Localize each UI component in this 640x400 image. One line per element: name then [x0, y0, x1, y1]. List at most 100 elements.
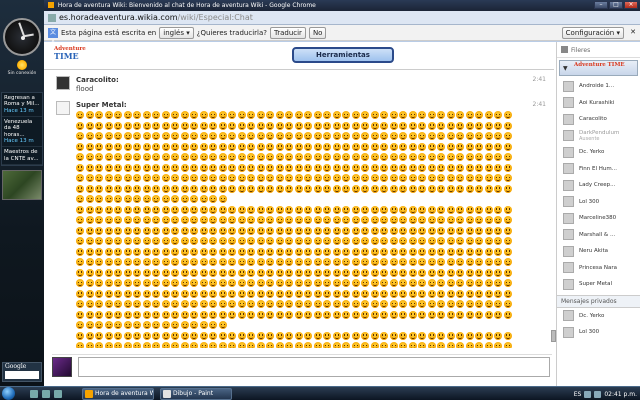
- smiley-emoticon: [190, 216, 198, 224]
- start-button[interactable]: [2, 387, 15, 400]
- translate-config-button[interactable]: Configuración ▾: [561, 27, 624, 39]
- smiley-emoticon: [161, 331, 170, 340]
- smiley-emoticon: [484, 174, 493, 182]
- tools-button[interactable]: Herramientas: [292, 47, 394, 63]
- weather-gadget[interactable]: Sin conexión: [2, 60, 42, 76]
- smiley-emoticon: [399, 205, 407, 214]
- show-desktop-icon[interactable]: [30, 390, 38, 398]
- smiley-emoticon: [171, 342, 179, 348]
- user-row[interactable]: Marshall & ...: [557, 227, 640, 244]
- private-user-list: Dc. Yerko Lol 300: [557, 308, 640, 341]
- collapse-arrow-icon[interactable]: ▼: [563, 65, 568, 72]
- smiley-emoticon: [76, 111, 84, 119]
- user-row[interactable]: Lady Creep...: [557, 177, 640, 194]
- smiley-emoticon: [171, 174, 179, 182]
- smiley-emoticon: [304, 184, 312, 193]
- user-row[interactable]: Aoi Kurashiki: [557, 95, 640, 112]
- taskbar-paint-button[interactable]: Dibujo - Paint: [160, 388, 232, 400]
- minimize-button[interactable]: –: [594, 1, 608, 9]
- message-input[interactable]: [78, 357, 550, 377]
- user-row[interactable]: Androide 1...: [557, 78, 640, 95]
- smiley-emoticon: [133, 226, 141, 235]
- smiley-emoticon: [323, 300, 331, 308]
- close-button[interactable]: ×: [624, 1, 638, 9]
- user-row[interactable]: Dc. Yerko: [557, 144, 640, 161]
- user-row[interactable]: Caracolito: [557, 111, 640, 128]
- smiley-emoticon: [456, 289, 464, 298]
- address-bar[interactable]: es.horadeaventura.wikia.com/wiki/Especia…: [44, 11, 640, 25]
- network-icon[interactable]: [584, 390, 592, 398]
- smiley-emoticon: [465, 289, 474, 298]
- user-row[interactable]: DarkPendulum Ausente: [557, 128, 640, 145]
- message-user[interactable]: Super Metal:: [76, 101, 550, 109]
- smiley-emoticon: [494, 310, 502, 319]
- user-row[interactable]: Princesa Nara: [557, 260, 640, 277]
- smiley-emoticon: [256, 142, 265, 151]
- smiley-emoticon: [142, 268, 151, 277]
- smiley-emoticon: [209, 268, 217, 277]
- smiley-emoticon: [427, 226, 436, 235]
- smiley-emoticon: [418, 111, 426, 119]
- smiley-emoticon: [408, 205, 417, 214]
- smiley-emoticon: [95, 268, 103, 277]
- avatar[interactable]: [56, 76, 70, 90]
- rail-wiki-header[interactable]: ▼ Adventure TIME: [559, 60, 638, 76]
- smiley-emoticon: [418, 237, 426, 245]
- user-row[interactable]: Super Metal: [557, 276, 640, 293]
- avatar[interactable]: [56, 101, 70, 115]
- taskbar-clock[interactable]: 02:41 p.m.: [604, 391, 637, 398]
- user-row[interactable]: Finn El Hum...: [557, 161, 640, 178]
- smiley-emoticon: [190, 132, 198, 140]
- smiley-emoticon: [380, 184, 388, 193]
- no-translate-button[interactable]: No: [308, 26, 327, 39]
- smiley-emoticon: [399, 142, 407, 151]
- smiley-emoticon: [446, 331, 455, 340]
- news-item[interactable]: Maestros de la CNTE av...: [2, 147, 42, 165]
- url-text[interactable]: es.horadeaventura.wikia.com/wiki/Especia…: [59, 13, 253, 22]
- user-row[interactable]: Marceline380: [557, 210, 640, 227]
- smiley-emoticon: [285, 205, 293, 214]
- smiley-emoticon: [418, 205, 426, 214]
- news-item[interactable]: Regresan a Roma y Mil... Hace 13 m: [2, 93, 42, 117]
- smiley-emoticon: [218, 310, 227, 319]
- taskbar-chrome-button[interactable]: Hora de aventura W...: [82, 388, 154, 400]
- smiley-emoticon: [503, 153, 512, 161]
- rail-filter[interactable]: Fileres: [557, 42, 640, 58]
- google-search-input[interactable]: [5, 371, 39, 379]
- chrome-launch-icon[interactable]: [54, 390, 62, 398]
- window-titlebar[interactable]: Hora de aventura Wiki: Bienvenido al cha…: [44, 0, 640, 11]
- switch-windows-icon[interactable]: [42, 390, 50, 398]
- private-user-row[interactable]: Lol 300: [557, 324, 640, 341]
- smiley-emoticon: [465, 258, 474, 266]
- smiley-emoticon: [323, 121, 331, 130]
- slideshow-gadget[interactable]: [2, 170, 42, 200]
- smiley-emoticon: [351, 310, 360, 319]
- user-name-wrap: DarkPendulum Ausente: [579, 130, 619, 142]
- scrollbar-thumb[interactable]: [551, 330, 556, 342]
- smiley-emoticon: [304, 342, 312, 348]
- smiley-emoticon: [266, 342, 274, 348]
- smiley-emoticon: [256, 216, 265, 224]
- smiley-emoticon: [133, 321, 141, 329]
- news-item[interactable]: Venezuela da 48 horas... Hace 13 m: [2, 117, 42, 148]
- private-user-row[interactable]: Dc. Yerko: [557, 308, 640, 325]
- user-row[interactable]: Neru Akita: [557, 243, 640, 260]
- maximize-button[interactable]: □: [609, 1, 623, 9]
- smiley-emoticon: [114, 321, 122, 329]
- smiley-emoticon: [199, 279, 208, 287]
- user-row[interactable]: Lol 300: [557, 194, 640, 211]
- smiley-emoticon: [446, 342, 455, 348]
- user-name-wrap: Caracolito: [579, 116, 607, 122]
- smiley-emoticon: [446, 300, 455, 308]
- smiley-emoticon: [494, 121, 502, 130]
- message-user[interactable]: Caracolito:: [76, 76, 550, 84]
- wiki-logo[interactable]: Adventure TIME: [54, 46, 86, 64]
- language-indicator[interactable]: ES: [574, 391, 582, 398]
- smiley-emoticon: [228, 300, 236, 308]
- volume-icon[interactable]: [594, 390, 602, 398]
- translate-button[interactable]: Traducir: [269, 26, 306, 39]
- close-infobar-icon[interactable]: ✕: [630, 28, 636, 36]
- smiley-emoticon: [247, 279, 255, 287]
- language-select[interactable]: inglés ▾: [159, 26, 194, 39]
- smiley-emoticon: [503, 111, 512, 119]
